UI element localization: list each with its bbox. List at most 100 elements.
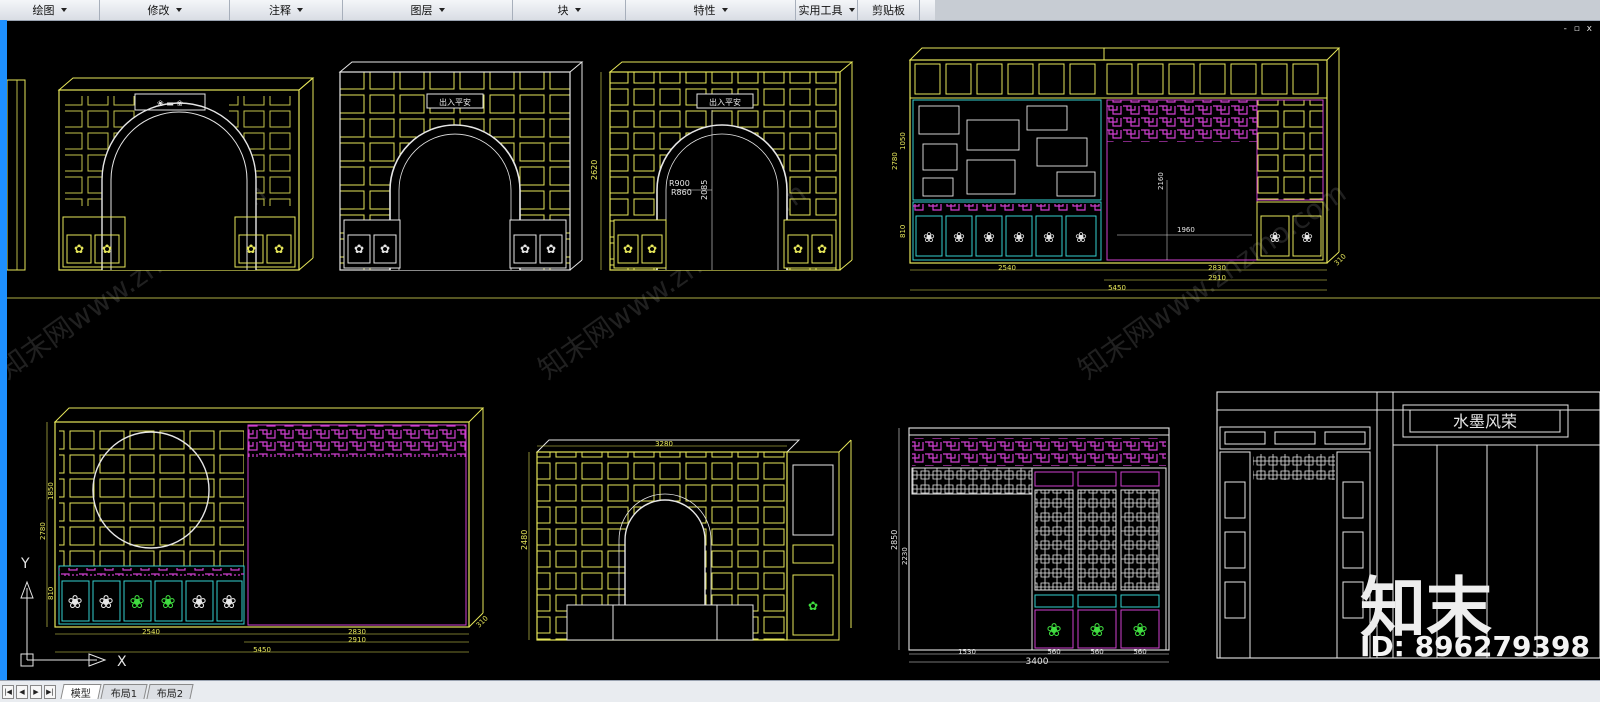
svg-text:❀: ❀ — [983, 230, 995, 246]
moon-gate-with-side-cabinet: 2480 3280 ✿ — [520, 439, 852, 641]
ucs-x-label: X — [117, 654, 127, 670]
svg-text:310: 310 — [475, 614, 490, 629]
svg-text:❀: ❀ — [129, 592, 144, 613]
cabinet-wall-elevation-top: ❀ ❀ ❀ ❀ ❀ ❀ ❀ ❀ 2160 1960 2780 1050 810 2540… — [891, 47, 1348, 292]
ribbon-tab-draw[interactable]: 绘图 — [0, 0, 100, 20]
svg-text:✿: ✿ — [380, 242, 390, 256]
svg-text:2780: 2780 — [39, 522, 47, 540]
svg-text:✿: ✿ — [74, 242, 84, 256]
ribbon-tab-properties[interactable]: 特性 — [626, 0, 796, 20]
svg-text:❀: ❀ — [191, 592, 206, 613]
svg-text:560: 560 — [1090, 648, 1103, 656]
svg-text:❀: ❀ — [1089, 620, 1104, 641]
svg-text:✿: ✿ — [520, 242, 530, 256]
ribbon-panel-bar: 绘图 修改 注释 图层 块 特性 实用工具 剪贴板 — [0, 0, 935, 21]
ribbon-empty-area — [935, 0, 1600, 21]
chevron-down-icon — [848, 8, 855, 12]
tab-label: 绘图 — [32, 4, 55, 17]
svg-text:❀: ❀ — [1269, 230, 1281, 246]
ribbon-tab-annotate[interactable]: 注释 — [230, 0, 343, 20]
watermark-id: ID: 896279398 — [1360, 630, 1590, 663]
svg-text:2620: 2620 — [590, 160, 599, 180]
tab-label: 实用工具 — [798, 4, 843, 17]
svg-text:560: 560 — [1047, 648, 1060, 656]
tab-label: 剪贴板 — [872, 4, 905, 17]
svg-text:2160: 2160 — [1157, 172, 1165, 190]
svg-text:✿: ✿ — [546, 242, 556, 256]
svg-text:310: 310 — [1333, 252, 1348, 267]
ribbon-tab-modify[interactable]: 修改 — [100, 0, 230, 20]
tab-label: 模型 — [70, 688, 91, 700]
svg-text:✿: ✿ — [647, 242, 657, 256]
first-layout-icon[interactable]: |◀ — [2, 684, 14, 699]
moon-gate-elevation-1: ❀ ▬ ❀ ✿ ✿ ✿ ✿ — [57, 77, 315, 271]
svg-text:❀: ❀ — [1046, 620, 1061, 641]
tab-label: 布局1 — [110, 688, 138, 700]
ribbon-tab-layers[interactable]: 图层 — [343, 0, 513, 20]
svg-text:1530: 1530 — [958, 648, 976, 656]
svg-text:1050: 1050 — [899, 132, 907, 150]
tab-label: 图层 — [410, 4, 433, 17]
svg-text:✿: ✿ — [817, 242, 827, 256]
svg-text:✿: ✿ — [102, 242, 112, 256]
svg-text:❀: ❀ — [923, 230, 935, 246]
prev-layout-icon[interactable]: ◀ — [16, 684, 28, 699]
svg-text:5450: 5450 — [253, 646, 271, 654]
tab-label: 布局2 — [157, 688, 184, 700]
svg-text:❀: ❀ — [1301, 230, 1313, 246]
ribbon-tab-utilities[interactable]: 实用工具 — [796, 0, 858, 20]
svg-text:1850: 1850 — [47, 482, 55, 500]
tab-model[interactable]: 模型 — [60, 684, 102, 700]
moon-gate-elevation-2: 出入平安 ✿ ✿ ✿ ✿ — [338, 61, 584, 271]
last-layout-icon[interactable]: ▶| — [44, 684, 56, 699]
svg-text:R860: R860 — [671, 188, 692, 197]
svg-text:810: 810 — [47, 587, 55, 600]
svg-text:560: 560 — [1133, 648, 1146, 656]
left-accent-bar — [0, 20, 7, 680]
partial-cabinet-left — [7, 79, 26, 271]
chevron-down-icon — [574, 8, 581, 12]
tab-layout1[interactable]: 布局1 — [100, 684, 148, 700]
svg-text:3400: 3400 — [1026, 657, 1049, 667]
tab-layout2[interactable]: 布局2 — [146, 684, 195, 700]
svg-text:2830: 2830 — [1208, 264, 1226, 272]
chevron-down-icon — [721, 8, 728, 12]
svg-text:水墨风荣: 水墨风荣 — [1453, 412, 1517, 431]
svg-text:✿: ✿ — [354, 242, 364, 256]
svg-text:2910: 2910 — [348, 636, 366, 644]
lattice-door-elevation: ❀ ❀ ❀ 2850 2230 1530 560 560 560 3400 — [890, 427, 1170, 667]
svg-text:✿: ✿ — [274, 242, 284, 256]
svg-text:❀ ▬ ❀: ❀ ▬ ❀ — [157, 99, 183, 108]
svg-text:✿: ✿ — [808, 599, 818, 613]
circle-cabinet-elevation: ❀ ❀ ❀ ❀ ❀ ❀ 2780 1850 810 2540 2830 2910… — [39, 407, 490, 654]
ribbon-tab-block[interactable]: 块 — [513, 0, 626, 20]
svg-text:❀: ❀ — [1075, 230, 1087, 246]
svg-text:2540: 2540 — [998, 264, 1016, 272]
svg-text:5450: 5450 — [1108, 284, 1126, 292]
svg-text:810: 810 — [899, 225, 907, 238]
svg-text:✿: ✿ — [793, 242, 803, 256]
ribbon-tab-clipboard[interactable]: 剪贴板 — [858, 0, 920, 20]
svg-text:2230: 2230 — [901, 547, 909, 565]
svg-text:2480: 2480 — [520, 530, 529, 550]
next-layout-icon[interactable]: ▶ — [30, 684, 42, 699]
tab-label: 特性 — [693, 4, 716, 17]
svg-text:❀: ❀ — [67, 592, 82, 613]
svg-text:2085: 2085 — [700, 180, 709, 200]
chevron-down-icon — [175, 8, 182, 12]
tab-label: 修改 — [147, 4, 170, 17]
chevron-down-icon — [60, 8, 67, 12]
svg-text:❀: ❀ — [221, 592, 236, 613]
chevron-down-icon — [297, 8, 303, 12]
svg-text:1960: 1960 — [1177, 226, 1195, 234]
svg-text:3280: 3280 — [655, 440, 673, 448]
svg-text:✿: ✿ — [246, 242, 256, 256]
svg-text:2850: 2850 — [890, 530, 899, 550]
tab-label: 注释 — [269, 4, 291, 17]
ucs-y-label: Y — [20, 556, 30, 572]
svg-text:2910: 2910 — [1208, 274, 1226, 282]
svg-text:✿: ✿ — [623, 242, 633, 256]
tab-label: 块 — [557, 4, 569, 17]
svg-text:R900: R900 — [669, 179, 690, 188]
svg-text:❀: ❀ — [98, 592, 113, 613]
